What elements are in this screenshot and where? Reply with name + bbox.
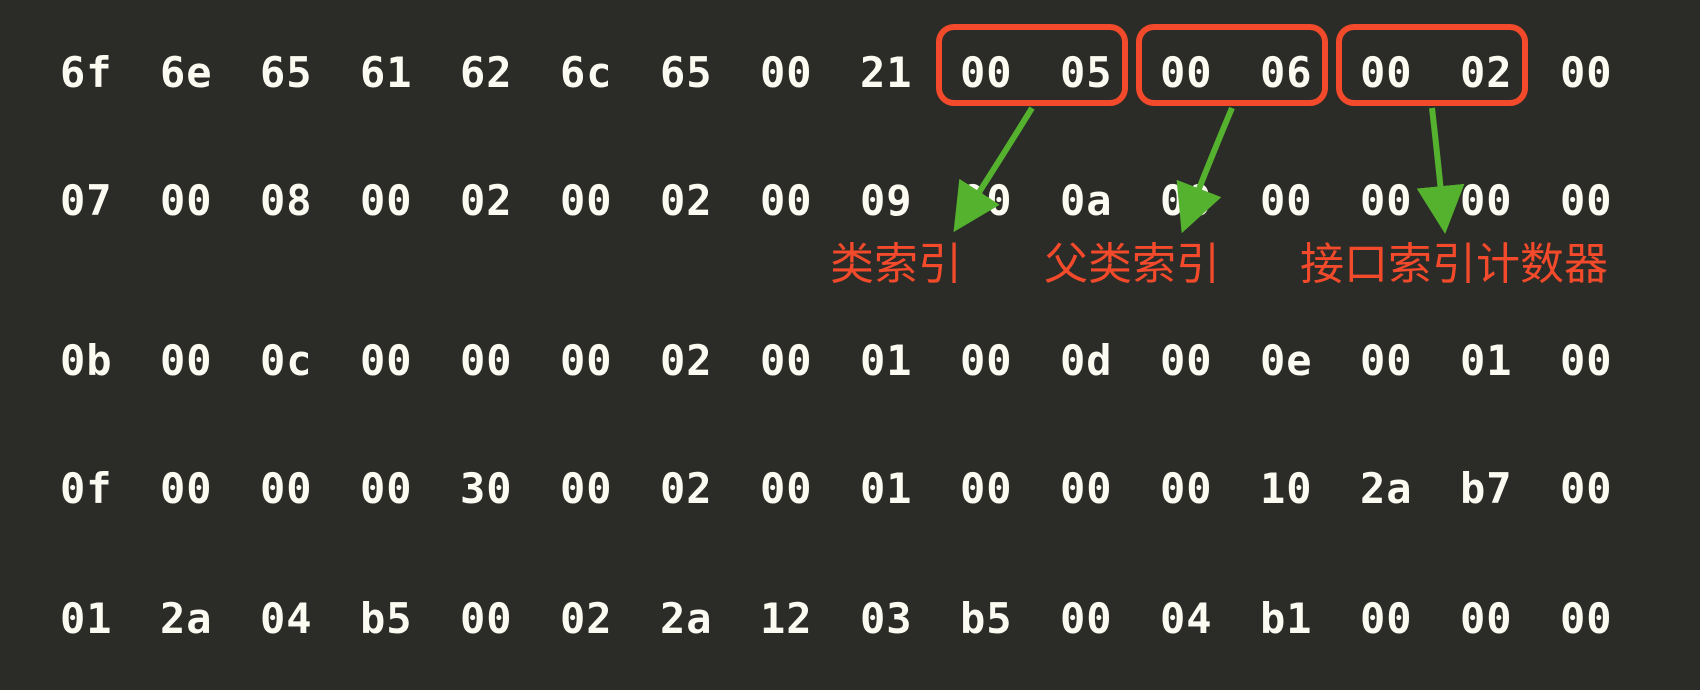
hex-row-4: 01 2a 04 b5 00 02 2a 12 03 b5 00 04 b1 0… <box>60 598 1660 640</box>
hex-byte: 02 <box>460 180 560 222</box>
hex-byte: 00 <box>1560 180 1660 222</box>
hex-byte: 00 <box>360 468 460 510</box>
hex-byte: 01 <box>1460 340 1560 382</box>
hex-byte: 00 <box>1560 340 1660 382</box>
hex-byte: 02 <box>560 598 660 640</box>
hex-byte: 0f <box>60 468 160 510</box>
hex-byte: 6f <box>60 52 160 94</box>
hex-byte: 00 <box>460 340 560 382</box>
hex-byte: 09 <box>860 180 960 222</box>
hex-byte: 2a <box>660 598 760 640</box>
hex-byte: 00 <box>1460 598 1560 640</box>
hex-byte: 00 <box>960 468 1060 510</box>
hex-byte: 04 <box>1160 598 1260 640</box>
hex-byte: 00 <box>160 180 260 222</box>
hex-byte: 00 <box>460 598 560 640</box>
highlight-class-index <box>936 24 1128 106</box>
label-super-class-index: 父类索引 <box>1044 228 1220 292</box>
hex-byte: 00 <box>1160 340 1260 382</box>
hex-byte: 00 <box>260 468 360 510</box>
hex-byte: 00 <box>560 180 660 222</box>
hex-byte: 61 <box>360 52 460 94</box>
hex-byte: 07 <box>60 180 160 222</box>
hex-byte: 10 <box>1260 468 1360 510</box>
hex-byte: 00 <box>160 468 260 510</box>
hex-byte: b5 <box>360 598 460 640</box>
hex-byte: 00 <box>760 468 860 510</box>
hex-dump-diagram: 6f 6e 65 61 62 6c 65 00 21 00 05 00 06 0… <box>0 0 1700 690</box>
hex-byte: 02 <box>660 180 760 222</box>
hex-byte: 6e <box>160 52 260 94</box>
label-interfaces-count: 接口索引计数器 <box>1300 228 1608 292</box>
hex-byte: 00 <box>560 340 660 382</box>
hex-byte: 0d <box>1060 340 1160 382</box>
hex-byte: 04 <box>260 598 360 640</box>
hex-byte: 00 <box>360 340 460 382</box>
hex-byte: 01 <box>860 340 960 382</box>
hex-byte: 00 <box>1160 468 1260 510</box>
hex-byte: 00 <box>1260 180 1360 222</box>
label-class-index: 类索引 <box>830 228 962 292</box>
hex-byte: 65 <box>260 52 360 94</box>
hex-byte: 0e <box>1260 340 1360 382</box>
hex-byte: b7 <box>1460 468 1560 510</box>
hex-byte: 03 <box>860 598 960 640</box>
hex-byte: 2a <box>1360 468 1460 510</box>
hex-byte: 00 <box>960 340 1060 382</box>
hex-row-2: 0b 00 0c 00 00 00 02 00 01 00 0d 00 0e 0… <box>60 340 1660 382</box>
hex-byte: 01 <box>60 598 160 640</box>
hex-byte: 00 <box>1460 180 1560 222</box>
hex-byte: 00 <box>1360 340 1460 382</box>
hex-byte: 12 <box>760 598 860 640</box>
hex-byte: 00 <box>360 180 460 222</box>
hex-byte: 00 <box>1060 468 1160 510</box>
hex-byte: 01 <box>860 468 960 510</box>
hex-byte: 00 <box>560 468 660 510</box>
hex-byte: 00 <box>760 180 860 222</box>
hex-byte: 6c <box>560 52 660 94</box>
hex-byte: 00 <box>1360 180 1460 222</box>
highlight-super-class-index <box>1136 24 1328 106</box>
hex-byte: 00 <box>1560 52 1660 94</box>
hex-byte: 02 <box>660 340 760 382</box>
hex-byte: 62 <box>460 52 560 94</box>
hex-byte: 00 <box>760 52 860 94</box>
hex-row-3: 0f 00 00 00 30 00 02 00 01 00 00 00 10 2… <box>60 468 1660 510</box>
hex-byte: 00 <box>760 340 860 382</box>
hex-byte: 0b <box>60 340 160 382</box>
hex-byte: b5 <box>960 598 1060 640</box>
hex-byte: 00 <box>960 180 1060 222</box>
hex-byte: 00 <box>1560 598 1660 640</box>
hex-byte: 00 <box>1160 180 1260 222</box>
hex-byte: 30 <box>460 468 560 510</box>
hex-byte: 65 <box>660 52 760 94</box>
hex-byte: 02 <box>660 468 760 510</box>
hex-byte: 00 <box>160 340 260 382</box>
hex-byte: b1 <box>1260 598 1360 640</box>
hex-byte: 0a <box>1060 180 1160 222</box>
hex-row-1: 07 00 08 00 02 00 02 00 09 00 0a 00 00 0… <box>60 180 1660 222</box>
hex-byte: 00 <box>1560 468 1660 510</box>
highlight-interfaces-count <box>1336 24 1528 106</box>
hex-byte: 00 <box>1360 598 1460 640</box>
hex-byte: 2a <box>160 598 260 640</box>
hex-byte: 0c <box>260 340 360 382</box>
hex-byte: 08 <box>260 180 360 222</box>
hex-byte: 00 <box>1060 598 1160 640</box>
